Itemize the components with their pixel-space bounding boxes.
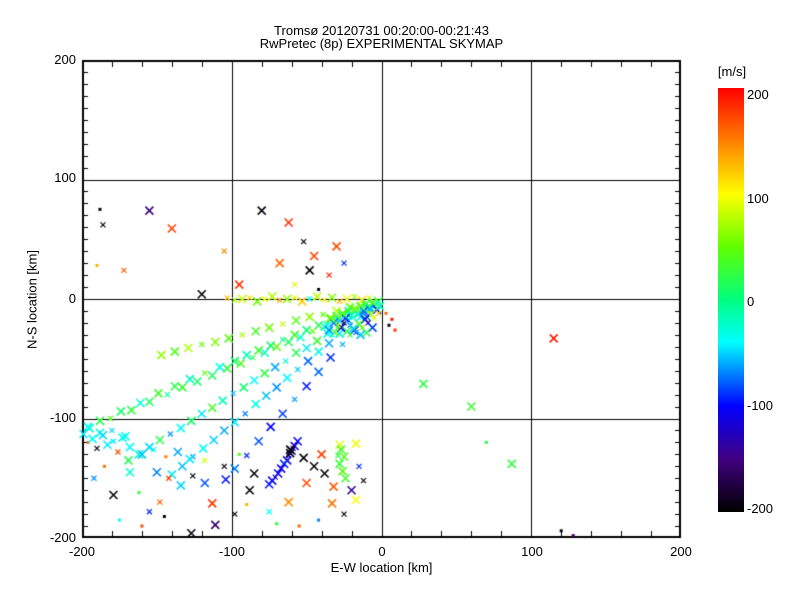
y-tick-label: -200 <box>18 531 76 545</box>
colorbar-unit-label: [m/s] <box>704 64 760 79</box>
x-tick-label: 100 <box>502 544 562 559</box>
colorbar-tick-label: -100 <box>747 399 793 413</box>
y-axis-title: N-S location [km] <box>25 150 40 450</box>
colorbar-gradient <box>718 88 744 512</box>
x-axis-title: E-W location [km] <box>82 560 681 575</box>
skymap-window: Tromsø 20120731 00:20:00-00:21:43 RwPret… <box>0 0 800 600</box>
x-tick-label: 0 <box>352 544 412 559</box>
colorbar-tick-label: -200 <box>747 502 793 516</box>
x-tick-label: -100 <box>202 544 262 559</box>
colorbar-tick-label: 100 <box>747 192 793 206</box>
x-tick-label: -200 <box>52 544 112 559</box>
x-tick-label: 200 <box>651 544 711 559</box>
skymap-plot-canvas <box>0 0 800 600</box>
colorbar-tick-label: 0 <box>747 295 793 309</box>
colorbar-tick-label: 200 <box>747 88 793 102</box>
y-tick-label: 200 <box>18 53 76 67</box>
